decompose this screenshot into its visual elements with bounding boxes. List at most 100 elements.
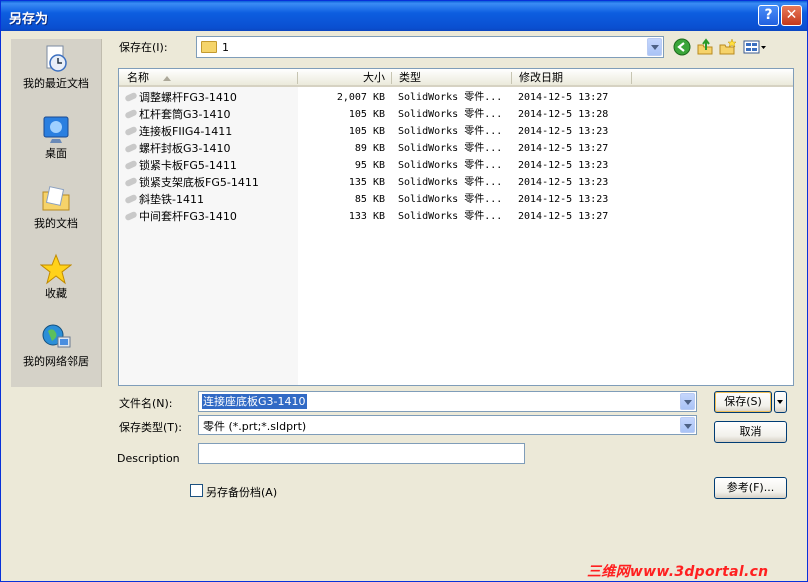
part-file-icon <box>124 193 138 205</box>
file-name: 中间套杆FG3-1410 <box>139 210 237 223</box>
sort-ascending-icon <box>163 76 171 81</box>
part-file-icon <box>124 125 138 137</box>
dropdown-arrow-icon[interactable] <box>647 38 662 56</box>
file-name: 调整螺杆FG3-1410 <box>139 91 237 104</box>
file-name: 螺杆封板G3-1410 <box>139 142 231 155</box>
file-date: 2014-12-5 13:28 <box>518 109 609 120</box>
place-my-documents[interactable]: 我的文档 <box>11 183 101 230</box>
place-recent[interactable]: 我的最近文档 <box>11 43 101 90</box>
place-label: 我的最近文档 <box>23 77 89 90</box>
file-size: 135 KB <box>348 177 385 188</box>
watermark: 三维网www.3dportal.cn <box>587 564 769 580</box>
help-button[interactable]: ? <box>758 5 779 26</box>
file-size: 2,007 KB <box>336 92 385 103</box>
places-bar: 我的最近文档 桌面 我的文档 收藏 我的网络邻居 <box>11 39 102 387</box>
description-label: Description <box>117 452 180 465</box>
file-row[interactable]: 锁紧卡板FG5-1411 95 KB SolidWorks 零件... 2014… <box>119 157 793 174</box>
dropdown-arrow-icon[interactable] <box>680 393 695 410</box>
close-button[interactable]: ✕ <box>781 5 802 26</box>
column-header-type[interactable]: 类型 <box>391 69 511 87</box>
dropdown-arrow-icon[interactable] <box>680 417 695 433</box>
folder-icon <box>201 41 217 53</box>
file-row[interactable]: 螺杆封板G3-1410 89 KB SolidWorks 零件... 2014-… <box>119 140 793 157</box>
my-documents-icon <box>42 186 70 211</box>
column-divider[interactable] <box>297 72 298 84</box>
column-header-name[interactable]: 名称 <box>119 69 297 87</box>
file-date: 2014-12-5 13:23 <box>518 194 609 205</box>
file-name: 锁紧卡板FG5-1411 <box>139 159 237 172</box>
part-file-icon <box>124 142 138 154</box>
column-header-modified[interactable]: 修改日期 <box>511 69 631 87</box>
file-name: 连接板FIIG4-1411 <box>139 125 233 138</box>
references-button[interactable]: 参考(F)... <box>714 477 787 499</box>
file-date: 2014-12-5 13:23 <box>518 126 609 137</box>
filename-combo[interactable]: 连接座底板G3-1410 <box>198 391 697 412</box>
column-modified-label: 修改日期 <box>519 71 563 84</box>
desktop-icon <box>43 116 69 143</box>
dialog-title: 另存为 <box>9 12 49 27</box>
file-size: 105 KB <box>348 109 385 120</box>
up-folder-icon[interactable] <box>696 38 714 56</box>
file-type: SolidWorks 零件... <box>398 194 503 205</box>
file-name: 锁紧支架底板FG5-1411 <box>139 176 259 189</box>
part-file-icon <box>124 176 138 188</box>
save-options-dropdown[interactable] <box>774 391 787 413</box>
save-in-combo[interactable]: 1 <box>196 36 664 58</box>
part-file-icon <box>124 210 138 222</box>
part-file-icon <box>124 91 138 103</box>
favorites-star-icon <box>40 253 72 285</box>
backup-checkbox[interactable] <box>190 484 203 497</box>
column-divider[interactable] <box>631 72 632 84</box>
save-in-label: 保存在(I): <box>119 41 168 54</box>
filetype-value: 零件 (*.prt;*.sldprt) <box>203 420 307 433</box>
place-label: 我的网络邻居 <box>23 355 89 368</box>
description-input[interactable] <box>198 443 525 464</box>
column-divider[interactable] <box>511 72 512 84</box>
file-size: 89 KB <box>354 143 385 154</box>
file-type: SolidWorks 零件... <box>398 177 503 188</box>
backup-label[interactable]: 另存备份档(A) <box>206 484 277 500</box>
file-row[interactable]: 杠杆套筒G3-1410 105 KB SolidWorks 零件... 2014… <box>119 106 793 123</box>
file-row[interactable]: 中间套杆FG3-1410 133 KB SolidWorks 零件... 201… <box>119 208 793 225</box>
file-size: 95 KB <box>354 160 385 171</box>
filename-label: 文件名(N): <box>119 397 173 410</box>
file-date: 2014-12-5 13:23 <box>518 177 609 188</box>
title-bar[interactable]: 另存为 ? ✕ <box>1 1 807 31</box>
save-as-dialog: 另存为 ? ✕ 我的最近文档 桌面 我的文档 收藏 我的网络邻居 保存在(I):… <box>0 0 808 582</box>
file-type: SolidWorks 零件... <box>398 160 503 171</box>
column-name-label: 名称 <box>127 71 149 84</box>
cancel-button[interactable]: 取消 <box>714 421 787 443</box>
file-type: SolidWorks 零件... <box>398 92 503 103</box>
place-label: 收藏 <box>45 287 67 300</box>
column-divider[interactable] <box>391 72 392 84</box>
file-size: 85 KB <box>354 194 385 205</box>
file-name: 斜垫铁-1411 <box>139 193 204 206</box>
place-desktop[interactable]: 桌面 <box>11 113 101 160</box>
views-menu-icon[interactable] <box>743 38 767 56</box>
filename-input[interactable]: 连接座底板G3-1410 <box>202 394 307 409</box>
new-folder-icon[interactable] <box>719 38 737 56</box>
save-button[interactable]: 保存(S) <box>714 391 772 413</box>
file-list[interactable]: 名称 大小 类型 修改日期 调整螺杆FG3-1410 2,007 KB Soli… <box>118 68 794 386</box>
filetype-select[interactable]: 零件 (*.prt;*.sldprt) <box>198 415 697 435</box>
place-favorites[interactable]: 收藏 <box>11 253 101 300</box>
file-size: 133 KB <box>348 211 385 222</box>
column-type-label: 类型 <box>399 71 421 84</box>
column-size-label: 大小 <box>363 71 385 84</box>
file-date: 2014-12-5 13:23 <box>518 160 609 171</box>
file-row[interactable]: 斜垫铁-1411 85 KB SolidWorks 零件... 2014-12-… <box>119 191 793 208</box>
filetype-label: 保存类型(T): <box>119 421 183 434</box>
column-header-filler <box>631 69 793 87</box>
part-file-icon <box>124 159 138 171</box>
file-row[interactable]: 连接板FIIG4-1411 105 KB SolidWorks 零件... 20… <box>119 123 793 140</box>
file-name: 杠杆套筒G3-1410 <box>139 108 231 121</box>
save-in-value: 1 <box>222 41 229 54</box>
file-row[interactable]: 锁紧支架底板FG5-1411 135 KB SolidWorks 零件... 2… <box>119 174 793 191</box>
file-type: SolidWorks 零件... <box>398 109 503 120</box>
file-row[interactable]: 调整螺杆FG3-1410 2,007 KB SolidWorks 零件... 2… <box>119 89 793 106</box>
file-size: 105 KB <box>348 126 385 137</box>
column-header-size[interactable]: 大小 <box>297 69 391 87</box>
back-icon[interactable] <box>673 38 691 56</box>
part-file-icon <box>124 108 138 120</box>
place-network[interactable]: 我的网络邻居 <box>11 321 101 368</box>
